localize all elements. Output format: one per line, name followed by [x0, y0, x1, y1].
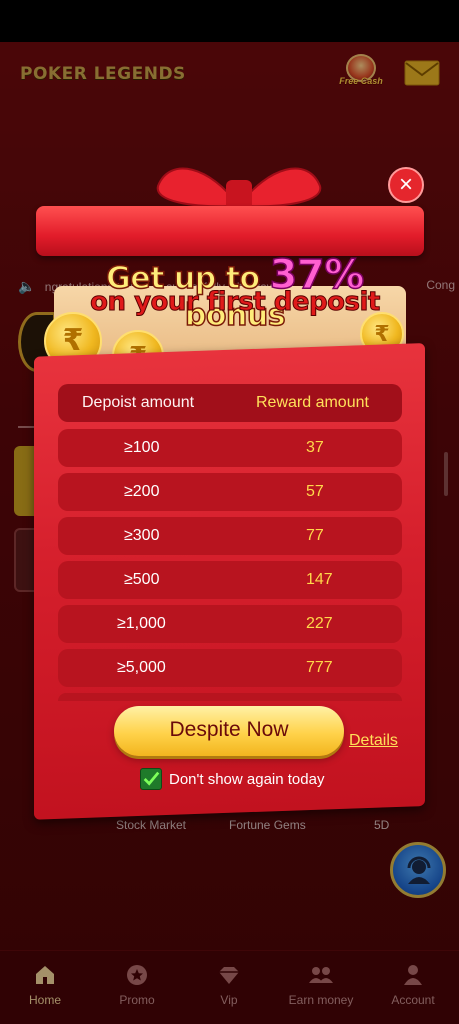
deposit-amount: ≥1,000: [117, 615, 166, 632]
ribbon-band: [36, 206, 424, 256]
table-row: ≥200 57: [58, 473, 402, 511]
table-row: ≥5,000 777: [58, 649, 402, 687]
dont-show-label: Don't show again today: [169, 771, 325, 788]
deposit-amount: ≥100: [124, 439, 160, 456]
reward-amount: 77: [306, 527, 324, 544]
column-header-deposit: Depoist amount: [82, 394, 195, 411]
table-row: ≥100 37: [58, 429, 402, 467]
deposit-amount: ≥5,000: [117, 659, 166, 676]
deposit-amount: ≥500: [124, 571, 160, 588]
reward-amount: 147: [306, 571, 333, 588]
reward-amount: 227: [306, 615, 333, 632]
column-header-reward: Reward amount: [256, 394, 369, 411]
deposit-now-button[interactable]: Despite Now: [114, 706, 344, 756]
reward-amount: 37: [306, 439, 324, 456]
deposit-amount: ≥300: [124, 527, 160, 544]
table-row: [58, 693, 402, 701]
bonus-card-content: Depoist amount Reward amount ≥100 37 ≥20…: [34, 370, 425, 806]
first-deposit-bonus-popup: × ₹ ₹ ₹ Get up to 37% bonus on your firs…: [0, 0, 459, 1024]
reward-amount: 777: [306, 659, 333, 676]
table-row: ≥1,000 227: [58, 605, 402, 643]
bonus-subheadline: on your first deposit: [90, 287, 381, 318]
table-row: ≥300 77: [58, 517, 402, 555]
table-row: ≥500 147: [58, 561, 402, 599]
checkmark-icon[interactable]: [140, 768, 162, 790]
close-button[interactable]: ×: [388, 167, 424, 203]
deposit-amount: ≥200: [124, 483, 160, 500]
dont-show-again-checkbox[interactable]: Don't show again today: [140, 768, 380, 792]
reward-table-header: Depoist amount Reward amount: [58, 384, 402, 422]
reward-amount: 57: [306, 483, 324, 500]
details-link[interactable]: Details: [349, 732, 398, 750]
